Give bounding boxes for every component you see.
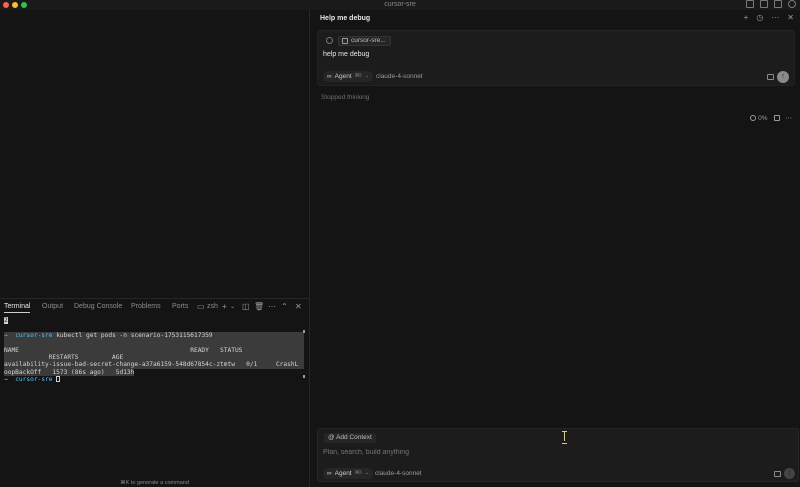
chat-title: Help me debug <box>320 15 371 22</box>
add-context-button[interactable]: @ Add Context <box>324 433 376 443</box>
chat-panel: Help me debug + ◷ ⋯ ✕ cursor-sre... help… <box>310 10 800 487</box>
text-cursor-icon <box>562 431 567 444</box>
tab-output[interactable]: Output <box>42 303 63 310</box>
trash-icon[interactable]: 🗑 <box>254 303 264 311</box>
title-bar: cursor-sre <box>0 0 800 10</box>
new-terminal-icon[interactable]: + <box>222 303 227 311</box>
image-icon[interactable] <box>767 74 774 80</box>
generate-command-hint: ⌘K to generate a command <box>120 480 189 486</box>
infinity-icon: ∞ <box>327 470 332 477</box>
scrollbar-marker[interactable] <box>303 330 305 333</box>
toggle-secondary-sidebar-icon[interactable] <box>774 0 782 8</box>
terminal-command-line: → cursor-sre kubectl get pods -n scenari… <box>4 331 304 340</box>
close-icon[interactable]: ✕ <box>787 14 794 22</box>
response-actions: 0% ⋯ <box>750 114 792 122</box>
maximize-panel-icon[interactable]: ⌃ <box>281 303 288 311</box>
copy-icon[interactable] <box>773 115 780 121</box>
image-icon[interactable] <box>774 471 781 477</box>
toggle-sidebar-icon[interactable] <box>746 0 754 8</box>
layout-controls <box>746 0 796 8</box>
terminal-header-line: RESTARTS AGE <box>4 353 304 362</box>
file-icon <box>342 38 348 44</box>
window-title: cursor-sre <box>384 1 416 8</box>
user-message[interactable]: cursor-sre... help me debug ∞ Agent ⌘I ⌄… <box>317 30 795 86</box>
toggle-panel-icon[interactable] <box>760 0 768 8</box>
chat-header-actions: + ◷ ⋯ ✕ <box>744 14 794 22</box>
terminal-output[interactable]: 2 → cursor-sre kubectl get pods -n scena… <box>4 317 304 384</box>
progress-circle-icon <box>750 114 757 121</box>
tab-ports[interactable]: Ports <box>172 303 188 310</box>
split-terminal-icon[interactable]: ◫ <box>242 303 250 311</box>
chat-input[interactable] <box>323 449 723 456</box>
context-chip[interactable]: cursor-sre... <box>338 36 391 46</box>
tab-problems[interactable]: Problems <box>131 303 161 310</box>
editor-area <box>0 10 309 298</box>
more-icon[interactable]: ⋯ <box>786 114 793 122</box>
history-icon[interactable]: ◷ <box>756 14 763 22</box>
close-panel-icon[interactable]: ✕ <box>295 303 302 311</box>
send-button[interactable]: ↑ <box>777 71 789 83</box>
agent-mode-selector[interactable]: ∞ Agent ⌘I ⌄ <box>323 468 374 479</box>
chat-input-box[interactable]: @ Add Context ∞ Agent ⌘I ⌄ claude-4-sonn… <box>317 428 799 482</box>
at-sign-icon: @ <box>328 434 335 441</box>
model-selector[interactable]: claude-4-sonnet <box>375 470 422 477</box>
chevron-down-icon: ⌄ <box>364 470 370 476</box>
message-text: help me debug <box>323 51 370 58</box>
new-chat-icon[interactable]: + <box>744 14 749 22</box>
chevron-down-icon: ⌄ <box>364 73 370 79</box>
send-button[interactable]: ↑ <box>784 468 795 479</box>
gear-icon[interactable] <box>788 0 796 8</box>
model-selector[interactable]: claude-4-sonnet <box>376 73 423 80</box>
terminal-cursor <box>56 376 61 383</box>
more-icon[interactable]: ⋯ <box>268 303 276 311</box>
terminal-shell-label[interactable]: zsh <box>207 303 218 310</box>
panel-tabs: Terminal Output Debug Console Problems P… <box>0 299 309 317</box>
tab-terminal[interactable]: Terminal <box>4 303 31 313</box>
terminal-marker: 2 <box>4 317 8 324</box>
more-icon[interactable]: ⋯ <box>771 14 779 22</box>
terminal-header-line: NAME READY STATUS <box>4 346 304 354</box>
terminal-prompt-line: → cursor-sre <box>4 376 304 383</box>
infinity-icon: ∞ <box>327 73 332 80</box>
agent-mode-selector[interactable]: ∞ Agent ⌘I ⌄ <box>323 71 374 82</box>
at-sign-icon[interactable] <box>326 37 333 44</box>
scrollbar-marker[interactable] <box>303 375 305 378</box>
terminal-shell-icon: ▭ <box>197 302 205 311</box>
terminal-row-line: availability-issue-bad-secret-change-a37… <box>4 361 304 369</box>
status-text: Stopped thinking <box>321 94 370 101</box>
tab-debug-console[interactable]: Debug Console <box>74 303 122 310</box>
progress-indicator: 0% <box>750 114 768 122</box>
chevron-down-icon[interactable]: ⌄ <box>230 303 235 311</box>
bottom-panel: Terminal Output Debug Console Problems P… <box>0 298 309 487</box>
terminal-row-line: oopBackOff 1573 (86s ago) 5d13h <box>4 368 135 376</box>
